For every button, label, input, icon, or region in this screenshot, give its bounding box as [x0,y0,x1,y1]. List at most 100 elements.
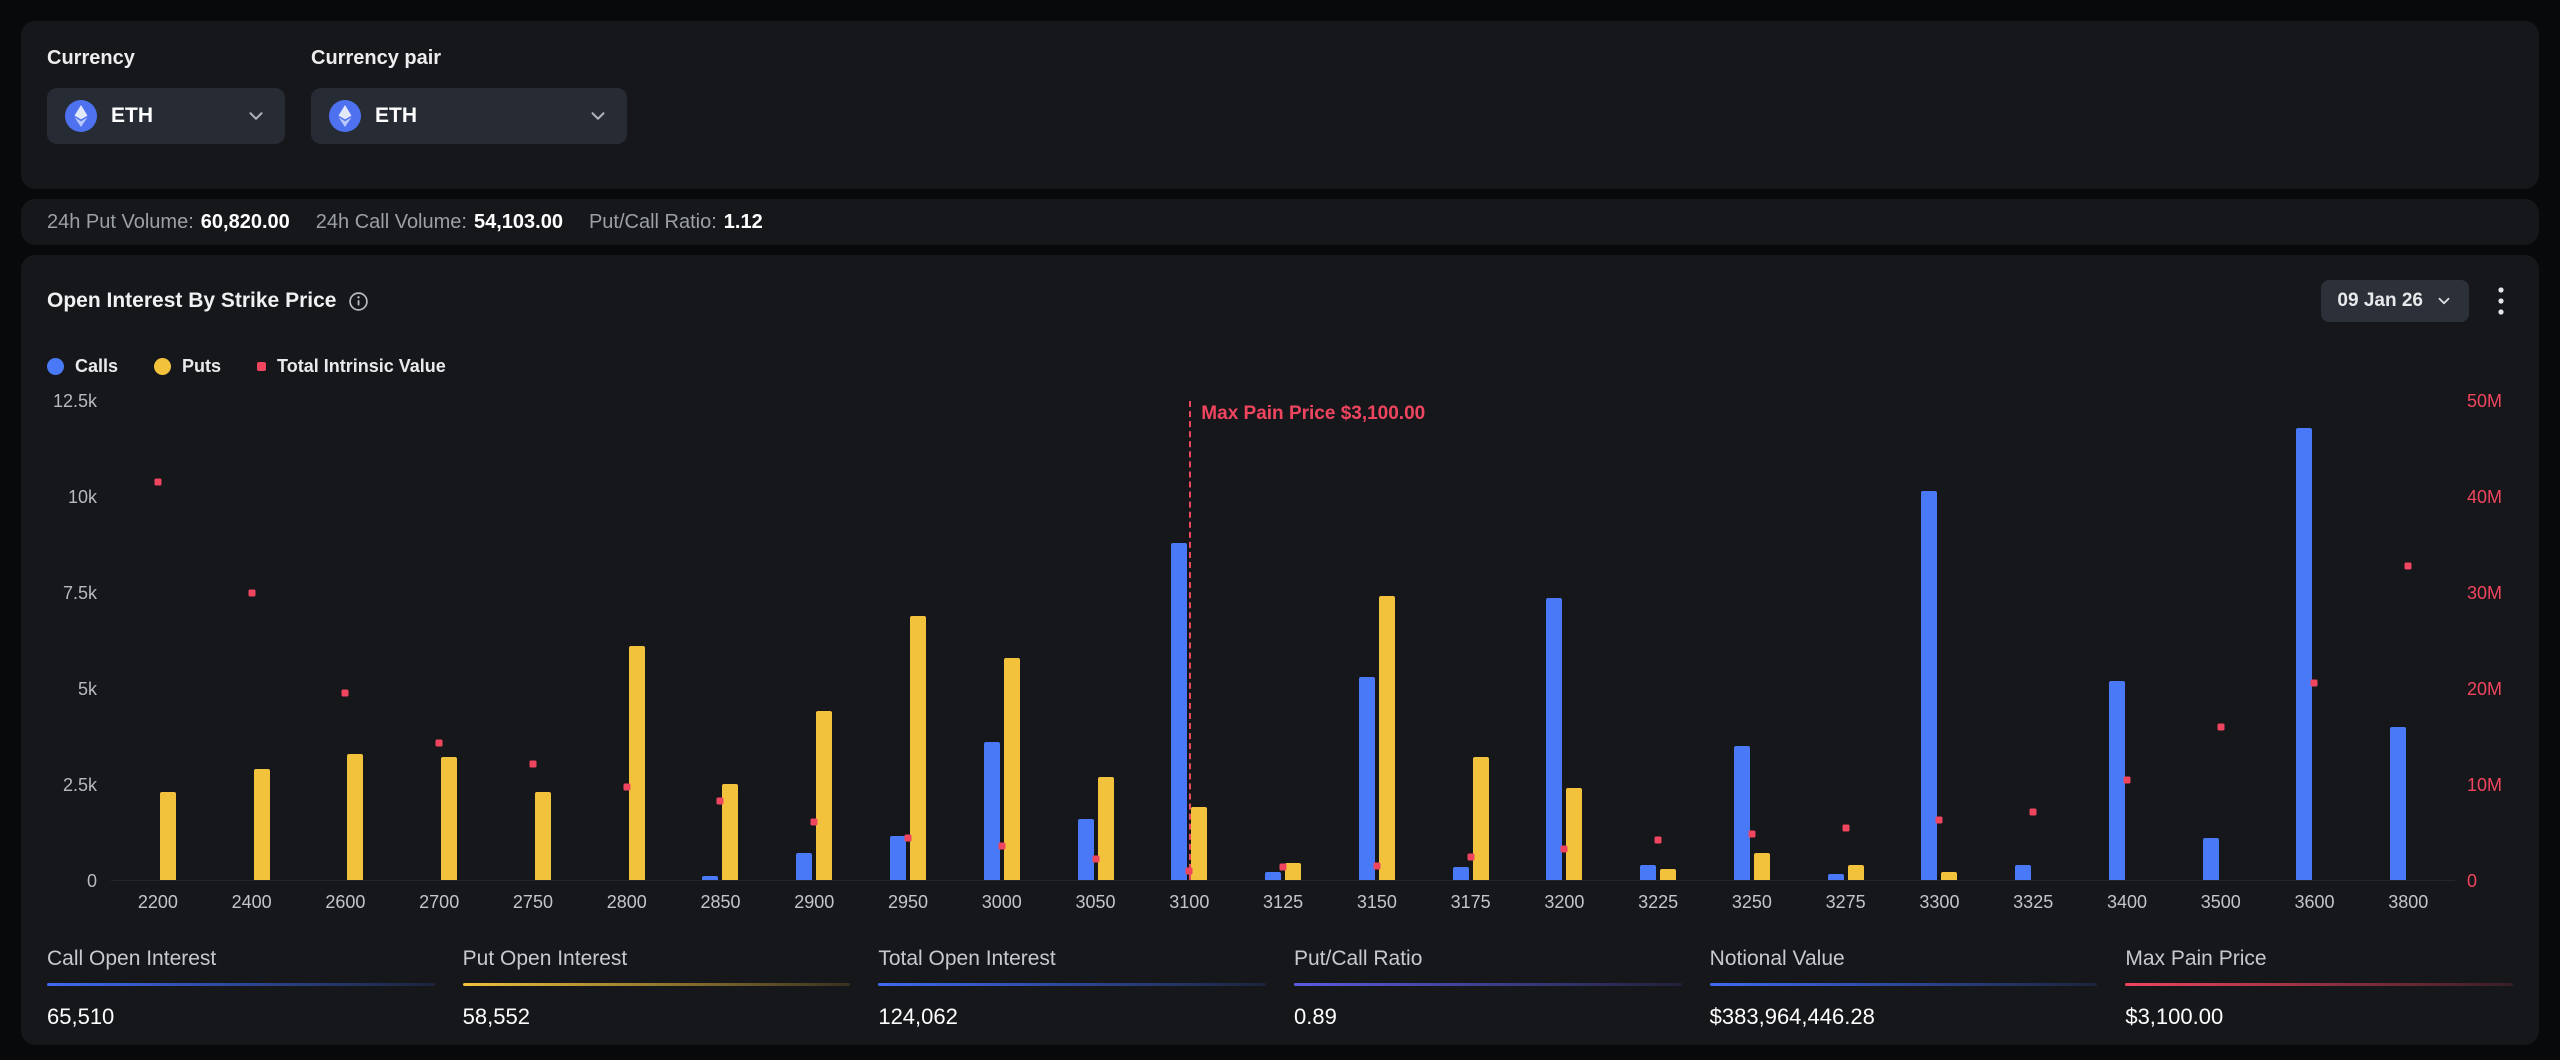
legend-item-puts[interactable]: Puts [154,356,221,377]
summary-card-put-oi: Put Open Interest 58,552 [463,947,851,1030]
panel-title: Open Interest By Strike Price [47,289,369,313]
summary-title: Put/Call Ratio [1294,947,1682,971]
intrinsic-value-point [1842,825,1849,832]
intrinsic-value-point [1092,855,1099,862]
expiry-date-select[interactable]: 09 Jan 26 [2321,280,2469,322]
currency-pair-value: ETH [375,104,417,128]
strike-group-3275[interactable]: 3275 [1799,401,1893,880]
strike-group-3400[interactable]: 3400 [2080,401,2174,880]
intrinsic-value-point [1748,831,1755,838]
summary-card-put-call-ratio: Put/Call Ratio 0.89 [1294,947,1682,1030]
calls-bar [796,853,812,880]
intrinsic-value-point [436,740,443,747]
chevron-down-icon [245,105,267,127]
strike-group-2800[interactable]: 2800 [580,401,674,880]
puts-bar [160,792,176,880]
strike-group-3325[interactable]: 3325 [1986,401,2080,880]
summary-card-total-oi: Total Open Interest 124,062 [878,947,1266,1030]
y-tick-left: 2.5k [63,776,97,794]
puts-bar [1473,757,1489,880]
puts-bar [1379,596,1395,880]
open-interest-panel: Open Interest By Strike Price 09 Jan 26 … [21,255,2539,1045]
calls-bar [1078,819,1094,880]
intrinsic-value-point [342,690,349,697]
info-icon[interactable] [348,291,369,312]
calls-bar [1359,677,1375,880]
y-tick-left: 10k [68,488,97,506]
strike-group-3100[interactable]: Max Pain Price $3,100.003100 [1142,401,1236,880]
puts-bar [254,769,270,880]
expiry-date-value: 09 Jan 26 [2337,290,2423,312]
y-tick-right: 50M [2467,392,2502,410]
summary-card-call-oi: Call Open Interest 65,510 [47,947,435,1030]
calls-bar [2015,865,2031,880]
intrinsic-value-point [1936,816,1943,823]
strike-group-3175[interactable]: 3175 [1424,401,1518,880]
puts-bar [1566,788,1582,880]
strike-group-2750[interactable]: 2750 [486,401,580,880]
strike-group-3050[interactable]: 3050 [1049,401,1143,880]
legend-item-intrinsic[interactable]: Total Intrinsic Value [257,356,446,377]
strike-group-3500[interactable]: 3500 [2174,401,2268,880]
strike-group-2950[interactable]: 2950 [861,401,955,880]
open-interest-chart: 02.5k5k7.5k10k12.5k 22002400260027002750… [47,401,2513,881]
put-call-ratio-stat: Put/Call Ratio: 1.12 [589,211,763,234]
chart-plot: 2200240026002700275028002850290029503000… [111,401,2455,881]
intrinsic-value-point [2030,808,2037,815]
strike-group-3200[interactable]: 3200 [1517,401,1611,880]
strike-group-2400[interactable]: 2400 [205,401,299,880]
legend-item-calls[interactable]: Calls [47,356,118,377]
intrinsic-value-point [998,842,1005,849]
strike-group-3000[interactable]: 3000 [955,401,1049,880]
y-tick-right: 0 [2467,872,2477,890]
strike-group-3125[interactable]: 3125 [1236,401,1330,880]
strike-group-3250[interactable]: 3250 [1705,401,1799,880]
strike-group-2700[interactable]: 2700 [392,401,486,880]
y-tick-left: 12.5k [53,392,97,410]
strike-group-3150[interactable]: 3150 [1330,401,1424,880]
currency-pair-select[interactable]: ETH [311,88,627,144]
puts-bar [1285,863,1301,880]
puts-bar [535,792,551,880]
x-axis-label: 3800 [2315,892,2503,913]
summary-underline [47,983,435,986]
intrinsic-value-point [905,834,912,841]
eth-icon [329,100,361,132]
puts-bar [1754,853,1770,880]
puts-bar [629,646,645,880]
currency-select[interactable]: ETH [47,88,285,144]
strike-group-3600[interactable]: 3600 [2268,401,2362,880]
legend-intrinsic-label: Total Intrinsic Value [277,356,446,377]
put-call-ratio-value: 1.12 [724,211,763,234]
strike-group-2200[interactable]: 2200 [111,401,205,880]
strike-group-2600[interactable]: 2600 [299,401,393,880]
calls-bar [2203,838,2219,880]
summary-value: $3,100.00 [2125,1004,2513,1030]
max-pain-label: Max Pain Price $3,100.00 [1201,403,1425,425]
intrinsic-value-point [154,479,161,486]
currency-filter-group: Currency ETH [47,47,285,163]
strike-group-2900[interactable]: 2900 [767,401,861,880]
strike-group-3300[interactable]: 3300 [1893,401,1987,880]
puts-bar [816,711,832,880]
volume-stats-bar: 24h Put Volume: 60,820.00 24h Call Volum… [21,199,2539,245]
summary-card-max-pain: Max Pain Price $3,100.00 [2125,947,2513,1030]
puts-bar [1941,872,1957,880]
puts-bar [910,616,926,880]
kebab-menu-button[interactable] [2489,281,2513,321]
legend-puts-label: Puts [182,356,221,377]
intrinsic-value-point [811,818,818,825]
summary-value: 124,062 [878,1004,1266,1030]
summary-title: Max Pain Price [2125,947,2513,971]
strike-group-3225[interactable]: 3225 [1611,401,1705,880]
summary-card-notional-value: Notional Value $383,964,446.28 [1710,947,2098,1030]
strike-group-2850[interactable]: 2850 [674,401,768,880]
calls-bar [702,876,718,880]
summary-underline [463,983,851,986]
panel-title-text: Open Interest By Strike Price [47,289,336,313]
put-call-ratio-label: Put/Call Ratio: [589,211,717,234]
strike-group-3800[interactable]: 3800 [2361,401,2455,880]
intrinsic-value-point [2311,679,2318,686]
call-volume-label: 24h Call Volume: [316,211,467,234]
summary-title: Call Open Interest [47,947,435,971]
